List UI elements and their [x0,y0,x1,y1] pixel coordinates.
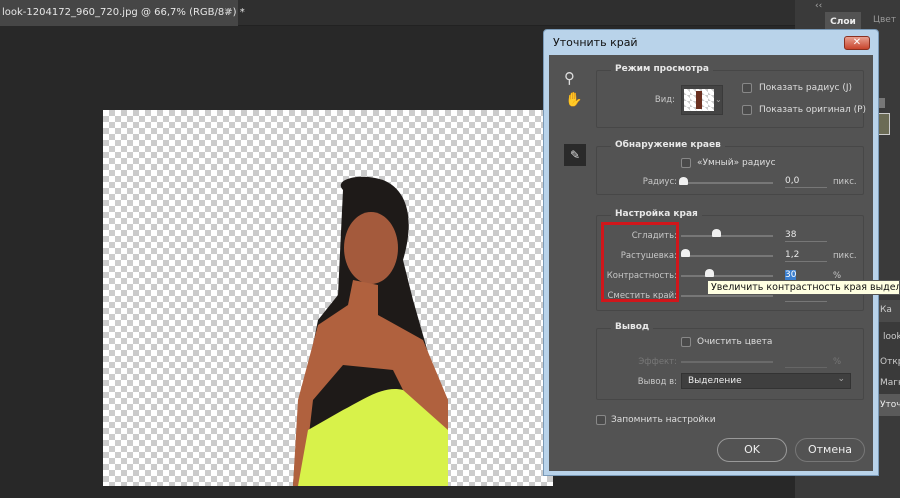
smart-radius-label: «Умный» радиус [697,158,776,168]
history-item[interactable]: look [883,332,900,342]
amount-unit: % [833,357,842,367]
smooth-slider-thumb[interactable] [712,229,721,237]
cancel-button[interactable]: Отмена [795,438,865,462]
zoom-tool-icon[interactable]: ⚲ [564,69,575,87]
image-canvas[interactable] [103,110,553,486]
history-item[interactable]: Откр [880,357,900,367]
document-tab-bar: look-1204172_960_720.jpg @ 66,7% (RGB/8#… [0,0,795,26]
shift-edge-slider[interactable] [681,295,773,297]
decontaminate-label: Очистить цвета [697,337,773,347]
close-tab-icon[interactable]: × [224,6,232,17]
dialog-body: ⚲ ✋ ✎ Режим просмотра Вид: ⌄ Показать ра… [549,55,873,471]
decontaminate-checkbox[interactable] [681,337,691,347]
refine-edge-dialog: Уточнить край ✕ ⚲ ✋ ✎ Режим просмотра Ви… [543,29,879,476]
contrast-slider[interactable] [681,275,773,277]
radius-slider-thumb[interactable] [679,177,688,185]
person-image [293,176,448,486]
feather-slider[interactable] [681,255,773,257]
chevron-down-icon: ⌄ [715,95,722,104]
view-mode-title: Режим просмотра [611,64,713,74]
close-dialog-button[interactable]: ✕ [844,36,870,50]
panel-button[interactable]: Ка [878,300,900,322]
output-to-value: Выделение [688,376,742,386]
show-original-label: Показать оригинал (P) [759,105,867,115]
contrast-value-selected: 30 [785,270,797,280]
ok-button[interactable]: OK [717,438,787,462]
refine-radius-brush-icon[interactable]: ✎ [564,144,586,166]
feather-input[interactable]: 1,2 [785,250,827,262]
document-tab-title: look-1204172_960_720.jpg @ 66,7% (RGB/8#… [2,7,245,18]
feather-unit: пикс. [833,251,857,261]
amount-label: Эффект: [638,357,677,367]
output-to-select[interactable]: Выделение ⌄ [681,373,851,389]
show-radius-checkbox[interactable] [742,83,752,93]
dialog-title: Уточнить край [553,36,638,49]
radius-slider[interactable] [681,182,773,184]
edge-detection-group: Обнаружение краев «Умный» радиус Радиус:… [596,140,864,195]
view-label: Вид: [654,95,675,105]
amount-slider [681,361,773,363]
remember-settings-checkbox[interactable] [596,415,606,425]
layer-thumbnail[interactable] [878,113,890,135]
view-mode-group: Режим просмотра Вид: ⌄ Показать радиус (… [596,64,867,128]
history-item-active[interactable]: Уточ [878,394,900,416]
radius-label: Радиус: [642,177,677,187]
contrast-slider-thumb[interactable] [705,269,714,277]
output-group: Вывод Очистить цвета Эффект: % Вывод в: … [596,322,864,400]
output-to-label: Вывод в: [637,377,677,387]
amount-input [785,356,827,368]
edge-detection-title: Обнаружение краев [611,140,725,150]
view-select[interactable]: ⌄ [681,85,723,115]
history-item[interactable]: Магн [880,378,900,388]
output-title: Вывод [611,322,654,332]
remember-settings-label: Запомнить настройки [611,415,716,425]
smooth-input[interactable]: 38 [785,230,827,242]
highlight-box [601,222,679,302]
document-tab[interactable]: look-1204172_960_720.jpg @ 66,7% (RGB/8#… [0,0,245,26]
person-thumb [696,91,702,109]
radius-unit: пикс. [833,177,857,187]
smart-radius-checkbox[interactable] [681,158,691,168]
feather-slider-thumb[interactable] [681,249,690,257]
view-thumbnail [684,89,714,111]
show-original-checkbox[interactable] [742,105,752,115]
collapse-panels-icon[interactable]: ‹‹ [815,1,822,11]
chevron-down-icon: ⌄ [837,374,845,384]
smooth-slider[interactable] [681,235,773,237]
adjust-edge-title: Настройка края [611,209,702,219]
tooltip: Увеличить контрастность края выделенной [707,280,900,295]
show-radius-label: Показать радиус (J) [759,83,853,93]
tab-color[interactable]: Цвет [873,15,896,25]
radius-input[interactable]: 0,0 [785,176,827,188]
hand-tool-icon[interactable]: ✋ [565,92,582,108]
